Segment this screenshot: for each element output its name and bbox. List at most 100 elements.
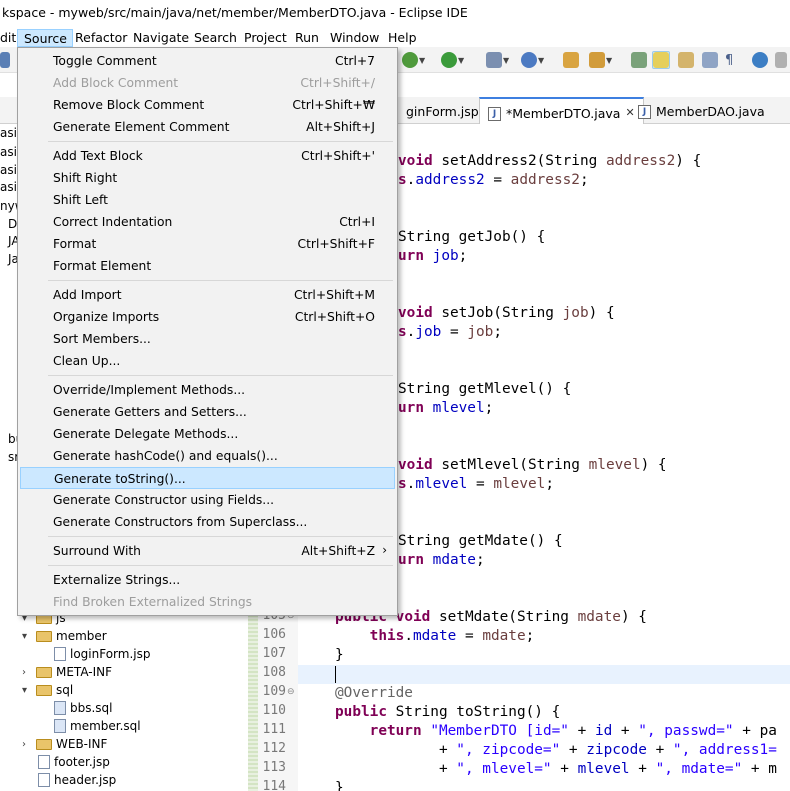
menu-item-generate-getters-and-setters[interactable]: Generate Getters and Setters...: [20, 401, 395, 423]
menu-item-label: Correct Indentation: [53, 215, 173, 229]
menu-item-correct-indentation[interactable]: Correct Indentation Ctrl+I: [20, 211, 395, 233]
menu-item-shift-left[interactable]: Shift Left: [20, 189, 395, 211]
tree-item-footer-jsp[interactable]: footer.jsp: [38, 753, 110, 771]
menu-item-label: Generate Constructors from Superclass...: [53, 515, 308, 529]
menu-item-organize-imports[interactable]: Organize Imports Ctrl+Shift+O: [20, 306, 395, 328]
menu-separator: [48, 141, 393, 142]
menu-item-add-text-block[interactable]: Add Text Block Ctrl+Shift+': [20, 145, 395, 167]
tab-loginform-jsp[interactable]: ginForm.jsp: [398, 97, 487, 124]
fold-toggle-icon[interactable]: ⊖: [287, 687, 295, 697]
tree-item-meta-inf[interactable]: › META-INF: [22, 663, 112, 681]
menu-item-generate-hashcode-and-equals[interactable]: Generate hashCode() and equals()...: [20, 445, 395, 467]
menu-refactor[interactable]: Refactor: [75, 29, 127, 47]
collapse-arrow-icon[interactable]: ›: [22, 739, 32, 750]
search-button[interactable]: ▼: [589, 51, 612, 69]
tree-item-sql[interactable]: ▾ sql: [22, 681, 73, 699]
folder-icon: [36, 630, 52, 642]
current-line-highlight: [298, 665, 790, 684]
code-line: return "MemberDTO [id=" + id + ", passwd…: [369, 723, 777, 739]
menu-item-label: Shift Left: [53, 193, 108, 207]
line-number: 110: [262, 703, 286, 718]
code-line: }: [335, 780, 344, 791]
menu-item-label: Add Text Block: [53, 149, 143, 163]
external-tools-button[interactable]: ▼: [486, 51, 509, 69]
expand-arrow-icon[interactable]: ▾: [22, 631, 32, 642]
menu-item-shortcut: Ctrl+Shift+/: [300, 76, 375, 90]
word-wrap-button[interactable]: [702, 51, 718, 69]
menu-item-clean-up[interactable]: Clean Up...: [20, 350, 395, 372]
menu-help[interactable]: Help: [388, 29, 417, 47]
menu-item-toggle-comment[interactable]: Toggle Comment Ctrl+7: [20, 50, 395, 72]
menu-run[interactable]: Run: [295, 29, 319, 47]
toolbar-more-button[interactable]: [775, 51, 787, 69]
tab-memberdto-java[interactable]: J *MemberDTO.java ✕: [479, 97, 644, 124]
tree-item-member[interactable]: ▾ member: [22, 627, 107, 645]
menu-item-shortcut: Ctrl+Shift+M: [293, 288, 375, 302]
menu-window[interactable]: Window: [330, 29, 379, 47]
block-selection-button[interactable]: [678, 51, 694, 69]
menu-item-shift-right[interactable]: Shift Right: [20, 167, 395, 189]
debug-button[interactable]: ▼: [402, 51, 425, 69]
tree-item-member-sql[interactable]: member.sql: [54, 717, 141, 735]
menu-item-label: Surround With: [53, 544, 141, 558]
menu-project[interactable]: Project: [244, 29, 287, 47]
save-button[interactable]: [0, 51, 10, 69]
web-browser-button[interactable]: [752, 51, 768, 69]
menu-edit[interactable]: dit: [0, 29, 16, 47]
collapse-arrow-icon[interactable]: ›: [22, 667, 32, 678]
menu-item-shortcut: Ctrl+Shift+': [301, 149, 375, 163]
menu-source[interactable]: Source: [17, 29, 73, 47]
sql-file-icon: [54, 719, 66, 733]
menu-item-format-element[interactable]: Format Element: [20, 255, 395, 277]
menu-item-format[interactable]: Format Ctrl+Shift+F: [20, 233, 395, 255]
menu-item-label: Format: [53, 237, 97, 251]
menu-bar: dit Source Refactor Navigate Search Proj…: [0, 28, 790, 47]
new-class-icon: [521, 52, 537, 68]
tree-fragment[interactable]: D: [8, 217, 17, 231]
menu-item-externalize-strings[interactable]: Externalize Strings...: [20, 569, 395, 591]
menu-item-label: Add Block Comment: [53, 76, 179, 90]
show-whitespace-button[interactable]: ¶: [725, 51, 733, 69]
menu-item-generate-tostring[interactable]: Generate toString()...: [20, 467, 395, 489]
open-type-icon: [563, 52, 579, 68]
menu-item-shortcut: Ctrl+Shift+O: [294, 310, 375, 324]
folder-icon: [36, 666, 52, 678]
menu-item-shortcut: Ctrl+Shift+₩: [292, 98, 375, 112]
folder-icon: [36, 684, 52, 696]
open-type-button[interactable]: [563, 51, 579, 69]
new-class-button[interactable]: ▼: [521, 51, 544, 69]
menu-item-sort-members[interactable]: Sort Members...: [20, 328, 395, 350]
code-line: s.address2 = address2;: [398, 172, 589, 188]
dropdown-arrow-icon: ▼: [503, 55, 510, 65]
menu-item-shortcut: Alt+Shift+Z: [301, 544, 375, 558]
menu-search[interactable]: Search: [194, 29, 237, 47]
menu-item-generate-delegate-methods[interactable]: Generate Delegate Methods...: [20, 423, 395, 445]
dropdown-arrow-icon: ▼: [606, 55, 613, 65]
tree-item-bbs-sql[interactable]: bbs.sql: [54, 699, 113, 717]
menu-separator: [48, 565, 393, 566]
menu-item-generate-constructor-using-fields[interactable]: Generate Constructor using Fields...: [20, 489, 395, 511]
globe-icon: [752, 52, 768, 68]
menu-item-shortcut: Alt+Shift+J: [306, 120, 375, 134]
line-number: 108: [262, 665, 286, 680]
tree-item-header-jsp[interactable]: header.jsp: [38, 771, 116, 789]
java-file-icon: J: [488, 107, 501, 121]
annotation-button[interactable]: [631, 51, 647, 69]
menu-item-generate-constructors-from-superclass[interactable]: Generate Constructors from Superclass...: [20, 511, 395, 533]
expand-arrow-icon[interactable]: ▾: [22, 685, 32, 696]
menu-item-override-implement-methods[interactable]: Override/Implement Methods...: [20, 379, 395, 401]
menu-item-surround-with[interactable]: Surround With Alt+Shift+Z ›: [20, 540, 395, 562]
run-icon: [441, 52, 457, 68]
menu-item-label: Shift Right: [53, 171, 118, 185]
menu-item-generate-element-comment[interactable]: Generate Element Comment Alt+Shift+J: [20, 116, 395, 138]
tree-item-loginform-jsp[interactable]: loginForm.jsp: [54, 645, 150, 663]
pilcrow-icon: ¶: [725, 52, 734, 68]
tab-memberdao-java[interactable]: J MemberDAO.java: [630, 97, 773, 124]
highlight-toggle-button[interactable]: [652, 51, 670, 69]
menu-item-add-import[interactable]: Add Import Ctrl+Shift+M: [20, 284, 395, 306]
run-button[interactable]: ▼: [441, 51, 464, 69]
menu-item-remove-block-comment[interactable]: Remove Block Comment Ctrl+Shift+₩: [20, 94, 395, 116]
menu-navigate[interactable]: Navigate: [133, 29, 189, 47]
tree-item-web-inf[interactable]: › WEB-INF: [22, 735, 107, 753]
menu-item-label: Toggle Comment: [53, 54, 157, 68]
